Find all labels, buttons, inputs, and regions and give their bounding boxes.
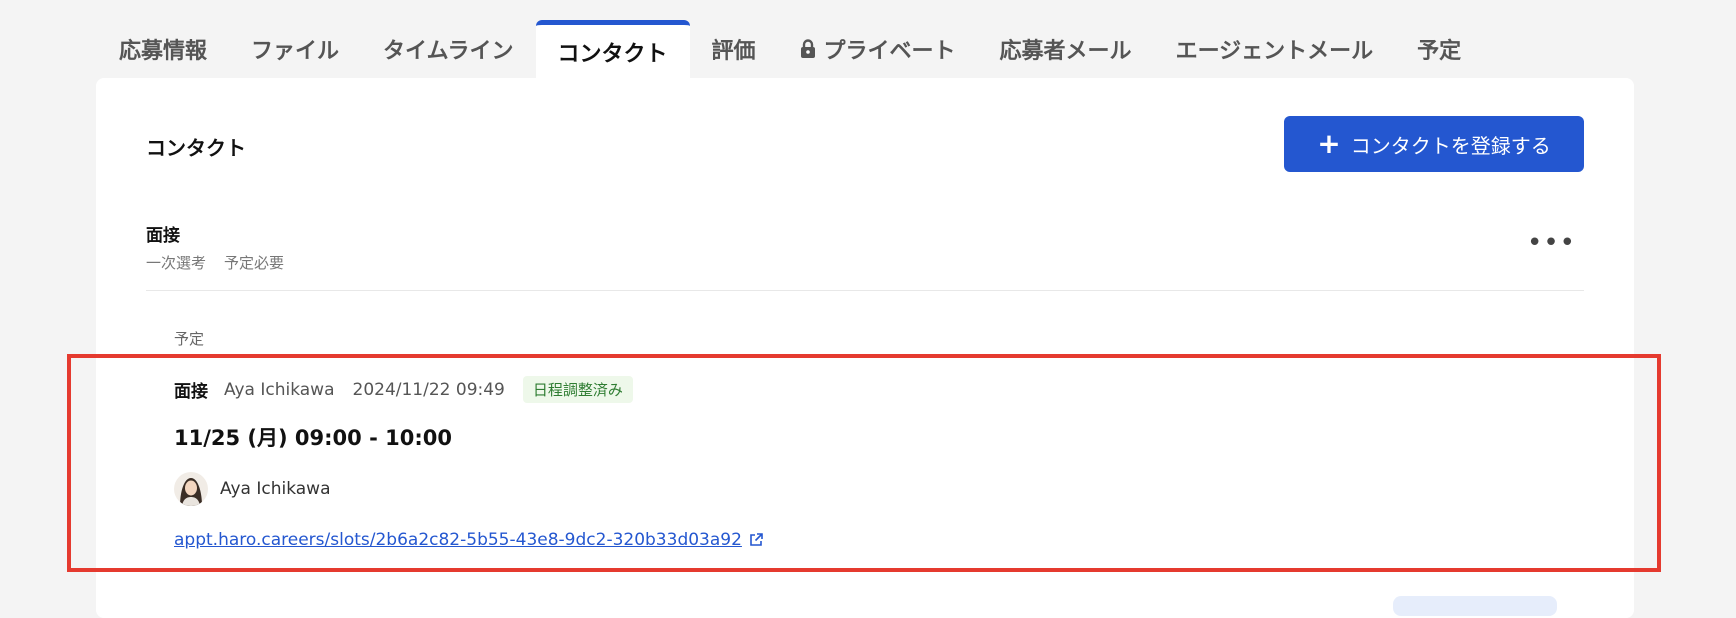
more-horizontal-icon[interactable]: •••	[1527, 230, 1576, 256]
tab-label: 予定	[1417, 39, 1462, 64]
tab-label: タイムライン	[383, 39, 514, 64]
status-badge: 日程調整済み	[522, 376, 633, 403]
tab-label: ファイル	[251, 39, 340, 64]
contact-tag: 予定必要	[224, 254, 285, 272]
contact-panel: コンタクト + コンタクトを登録する 面接 一次選考 予定必要 ••• 予定 面…	[96, 78, 1634, 618]
external-link-icon[interactable]	[748, 532, 764, 548]
tab-contact[interactable]: コンタクト	[535, 20, 690, 78]
add-contact-button[interactable]: + コンタクトを登録する	[1284, 116, 1584, 172]
divider	[146, 290, 1584, 291]
contact-item-tags: 一次選考 予定必要	[146, 252, 284, 273]
tab-schedule[interactable]: 予定	[1395, 20, 1483, 78]
tab-label: コンタクト	[557, 41, 668, 67]
tab-agent-mail[interactable]: エージェントメール	[1154, 20, 1396, 78]
attendee-name: Aya Ichikawa	[220, 479, 331, 499]
tab-evaluation[interactable]: 評価	[690, 20, 778, 78]
contact-tag: 一次選考	[146, 254, 207, 272]
schedule-datetime: 2024/11/22 09:49	[352, 379, 505, 400]
schedule-owner: Aya Ichikawa	[224, 379, 335, 400]
section-title: コンタクト	[146, 136, 246, 160]
contact-item-title: 面接	[146, 226, 180, 246]
tab-label: 評価	[711, 39, 756, 64]
tab-label: 応募者メール	[999, 39, 1132, 64]
schedule-time-range: 11/25 (月) 09:00 - 10:00	[174, 426, 452, 450]
tab-label: エージェントメール	[1175, 39, 1374, 64]
tab-applicant-mail[interactable]: 応募者メール	[978, 20, 1154, 78]
tab-files[interactable]: ファイル	[229, 20, 361, 78]
schedule-link-row: appt.haro.careers/slots/2b6a2c82-5b55-43…	[174, 530, 764, 550]
tab-application-info[interactable]: 応募情報	[97, 20, 229, 78]
schedule-type: 面接	[174, 382, 208, 402]
schedule-link[interactable]: appt.haro.careers/slots/2b6a2c82-5b55-43…	[174, 530, 742, 550]
attendee: Aya Ichikawa	[174, 472, 331, 506]
lock-icon	[800, 39, 815, 58]
tab-label: 応募情報	[119, 39, 208, 64]
plus-icon: +	[1317, 127, 1341, 160]
schedule-header: 面接 Aya Ichikawa 2024/11/22 09:49 日程調整済み	[174, 376, 633, 403]
add-contact-label: コンタクトを登録する	[1350, 133, 1551, 158]
tab-private[interactable]: プライベート	[778, 20, 978, 78]
tab-timeline[interactable]: タイムライン	[361, 20, 535, 78]
partial-button[interactable]	[1393, 596, 1557, 616]
tab-bar: 応募情報 ファイル タイムライン コンタクト 評価 プライベート 応募者メール …	[97, 20, 1483, 78]
tab-label: プライベート	[823, 39, 956, 64]
avatar	[174, 472, 208, 506]
schedule-label: 予定	[174, 330, 205, 348]
